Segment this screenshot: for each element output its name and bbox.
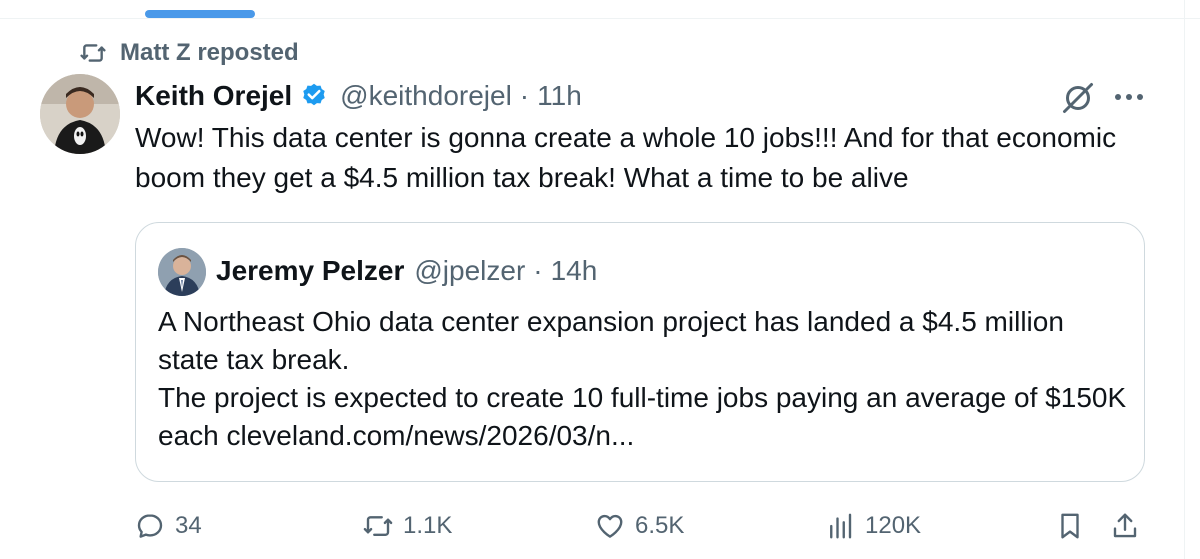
author-handle[interactable]: @keithdorejel <box>340 80 512 112</box>
more-options-icon[interactable] <box>1112 90 1146 104</box>
tweet-text: Wow! This data center is gonna create a … <box>135 122 1117 193</box>
views-count: 120K <box>865 512 922 539</box>
repost-button[interactable]: 1.1K <box>363 506 452 546</box>
reply-button[interactable]: 34 <box>135 506 202 546</box>
divider <box>1184 0 1185 559</box>
share-button[interactable] <box>1110 506 1140 546</box>
quote-text-line: The project is expected to create 10 ful… <box>158 382 1127 451</box>
tab-indicator <box>145 10 255 18</box>
quote-avatar-image <box>158 248 206 296</box>
bookmark-icon <box>1061 513 1079 539</box>
avatar[interactable] <box>40 74 120 154</box>
heart-icon <box>597 514 623 538</box>
share-icon <box>1113 513 1137 538</box>
reply-count: 34 <box>175 512 202 539</box>
quote-text: A Northeast Ohio data center expansion p… <box>158 303 1128 455</box>
repost-label: Matt Z reposted <box>120 39 299 66</box>
views-button[interactable]: 120K <box>825 506 921 546</box>
repost-banner[interactable]: Matt Z reposted <box>80 36 299 70</box>
separator: · <box>519 80 530 111</box>
avatar-image <box>40 74 120 154</box>
verified-badge-icon[interactable] <box>300 82 328 110</box>
like-button[interactable]: 6.5K <box>595 506 684 546</box>
divider <box>0 18 1200 19</box>
repost-icon <box>80 44 106 62</box>
grok-icon[interactable] <box>1060 80 1096 116</box>
quote-author-name[interactable]: Jeremy Pelzer <box>216 255 404 287</box>
bookmark-button[interactable] <box>1055 506 1085 546</box>
author-name[interactable]: Keith Orejel <box>135 80 292 112</box>
quote-header: Jeremy Pelzer @jpelzer · 14h <box>216 251 597 291</box>
reply-icon <box>137 514 163 538</box>
like-count: 6.5K <box>635 512 685 539</box>
quote-tweet-card[interactable]: Jeremy Pelzer @jpelzer · 14h A Northeast… <box>135 222 1145 482</box>
tweet-header: Keith Orejel @keithdorejel · 11h <box>135 76 582 116</box>
quote-text-line: A Northeast Ohio data center expansion p… <box>158 306 1064 375</box>
timestamp[interactable]: 11h <box>537 80 582 112</box>
separator: · <box>533 255 543 286</box>
repost-icon <box>363 516 393 536</box>
quote-timestamp[interactable]: 14h <box>551 255 598 287</box>
quote-avatar[interactable] <box>158 248 206 296</box>
repost-count: 1.1K <box>403 512 453 539</box>
views-icon <box>830 513 852 539</box>
quote-author-handle[interactable]: @jpelzer <box>414 255 525 287</box>
action-bar: 34 1.1K 6.5K 120K <box>135 506 1145 546</box>
